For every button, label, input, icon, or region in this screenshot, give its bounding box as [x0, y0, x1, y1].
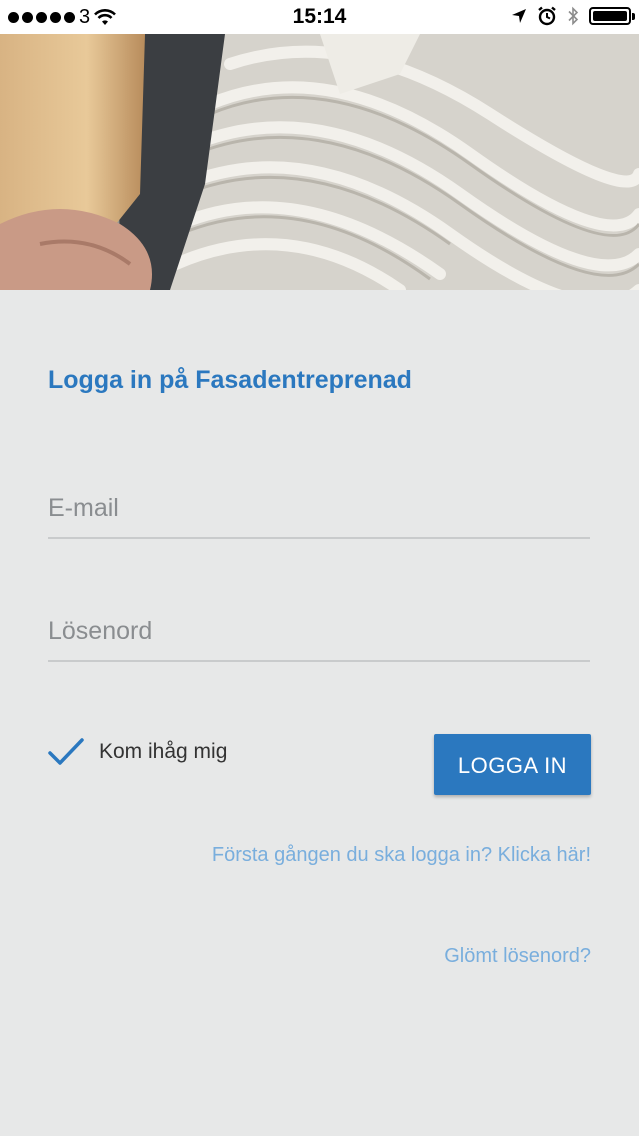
first-time-login-link[interactable]: Första gången du ska logga in? Klicka hä…: [212, 844, 591, 867]
password-field: [48, 600, 590, 662]
checkmark-icon[interactable]: [48, 736, 84, 768]
alarm-clock-icon: [538, 6, 556, 26]
email-input[interactable]: [48, 494, 590, 523]
login-button[interactable]: LOGGA IN: [434, 734, 591, 795]
location-arrow-icon: [512, 9, 526, 23]
password-input[interactable]: [48, 617, 590, 646]
remember-me-checkbox[interactable]: Kom ihåg mig: [48, 736, 227, 768]
hero-image: [0, 34, 639, 290]
battery-icon: [589, 7, 635, 25]
status-bar: 3 15:14: [0, 0, 639, 34]
bluetooth-icon: [568, 6, 579, 26]
forgot-password-link[interactable]: Glömt lösenord?: [444, 945, 591, 968]
page-title: Logga in på Fasadentreprenad: [48, 366, 412, 394]
remember-me-label: Kom ihåg mig: [99, 740, 228, 763]
trowel-plaster-photo-icon: [0, 34, 639, 290]
status-icons: [511, 6, 635, 26]
email-field: [48, 477, 590, 539]
